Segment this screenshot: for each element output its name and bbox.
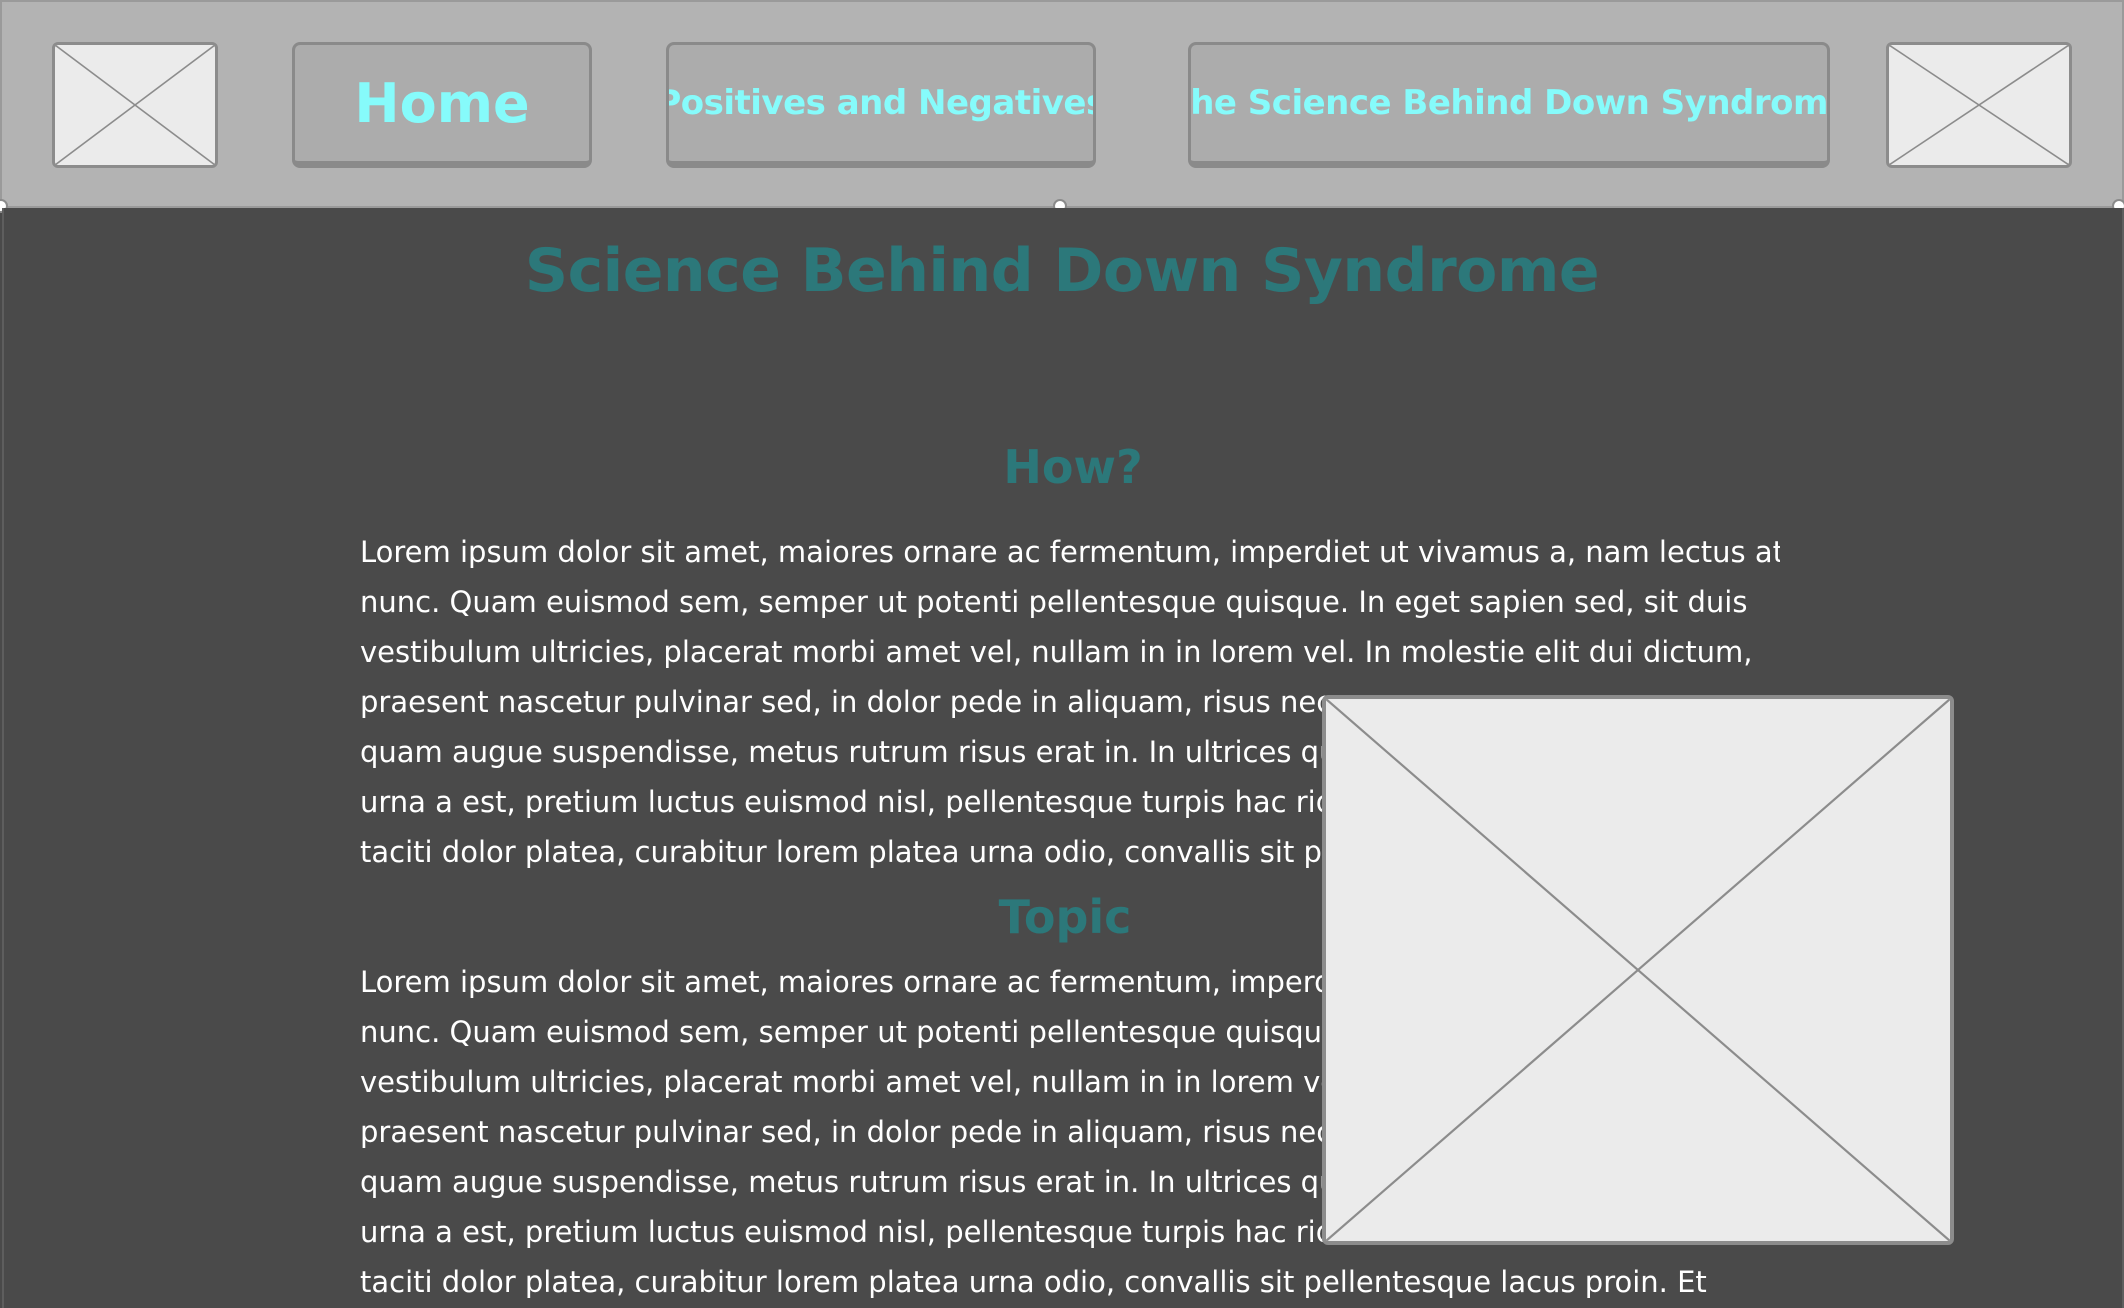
image-placeholder-icon [55, 45, 215, 165]
nav-science-button[interactable]: The Science Behind Down Syndrome [1188, 42, 1830, 168]
paragraph-line: taciti dolor platea, curabitur lorem pla… [360, 1265, 1707, 1299]
nav-home-button[interactable]: Home [292, 42, 592, 168]
page-title: Science Behind Down Syndrome [524, 236, 1600, 306]
image-placeholder-icon [1889, 45, 2069, 165]
header-bar: Home Positives and Negatives The Science… [0, 0, 2124, 208]
paragraph-line: Lorem ipsum dolor sit amet, maiores orna… [360, 535, 1780, 569]
paragraph-line: vestibulum ultricies, placerat morbi ame… [360, 635, 1753, 669]
right-image-placeholder [1886, 42, 2072, 168]
logo-image-placeholder [52, 42, 218, 168]
nav-positives-negatives-button[interactable]: Positives and Negatives [666, 42, 1096, 168]
section-heading-how: How? [1003, 440, 1143, 494]
paragraph-line: nunc. Quam euismod sem, semper ut potent… [360, 585, 1748, 619]
content-image-placeholder [1322, 695, 1954, 1245]
image-placeholder-icon [1326, 699, 1950, 1241]
